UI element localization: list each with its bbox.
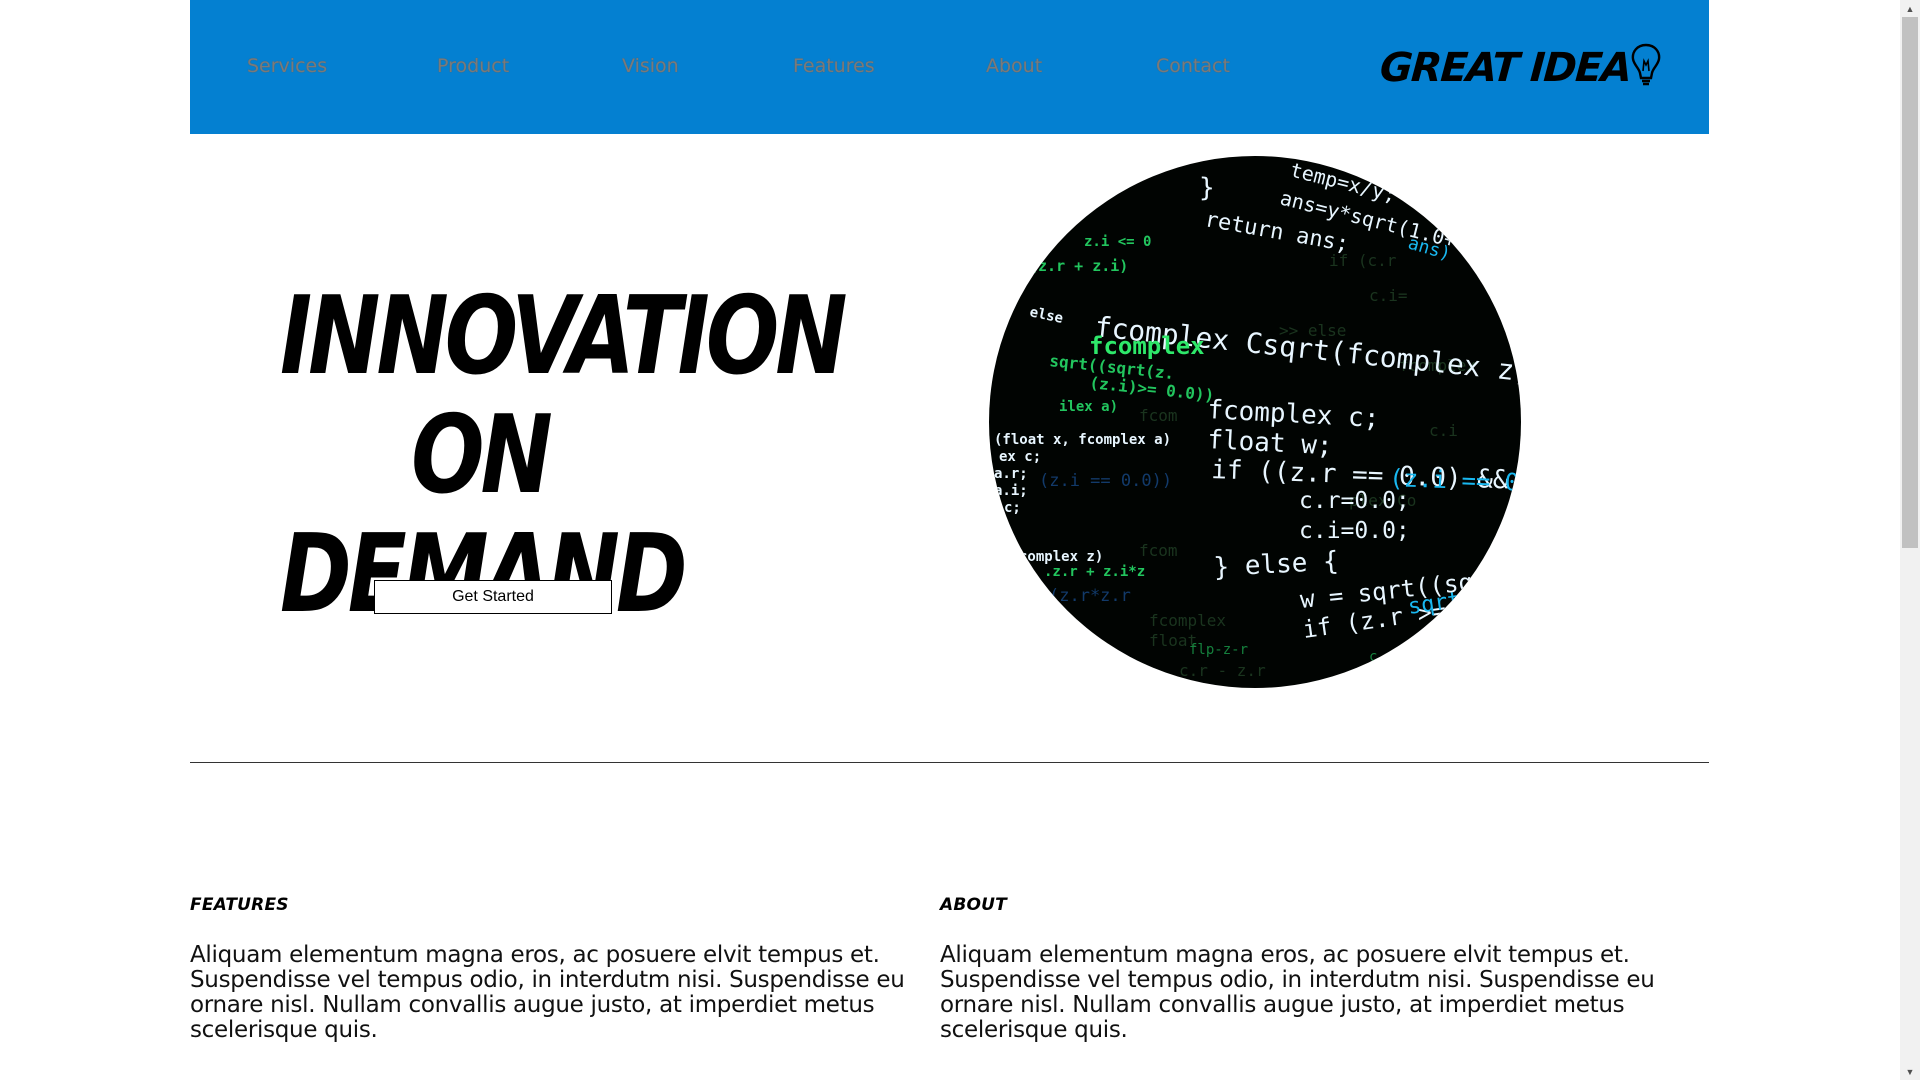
- page-scrollbar[interactable]: ▲ ▼: [1900, 0, 1920, 1080]
- logo[interactable]: GREAT IDEA: [1378, 40, 1663, 96]
- about-text: Aliquam elementum magna eros, ac posuere…: [940, 942, 1655, 1043]
- svg-text:fcom: fcom: [1139, 541, 1178, 560]
- svg-text:c.i: c.i: [1429, 421, 1458, 440]
- about-section: ABOUT Aliquam elementum magna eros, ac p…: [940, 895, 1670, 1043]
- svg-text:flp-z-r: flp-z-r: [1189, 642, 1248, 658]
- features-text: Aliquam elementum magna eros, ac posuere…: [190, 942, 905, 1043]
- main-nav: Services Product Vision Features About C…: [190, 0, 1290, 134]
- code-image: if (c.r c.i= >> else fcomplex fcom plex …: [989, 156, 1521, 688]
- get-started-button[interactable]: Get Started: [374, 580, 612, 614]
- features-section: FEATURES Aliquam elementum magna eros, a…: [190, 895, 920, 1043]
- svg-text:c.i=: c.i=: [1369, 286, 1408, 305]
- nav-link-vision[interactable]: Vision: [622, 55, 679, 77]
- svg-text:c.r - z.r: c.r - z.r: [1179, 661, 1266, 680]
- svg-text:ex c;: ex c;: [999, 449, 1041, 465]
- svg-text:fcomplex: fcomplex: [1089, 332, 1205, 360]
- nav-link-product[interactable]: Product: [437, 55, 509, 77]
- code-screen-image: if (c.r c.i= >> else fcomplex fcom plex …: [994, 158, 1521, 680]
- hero-title-line: ON: [411, 393, 553, 519]
- svg-text:a.r;: a.r;: [994, 466, 1028, 482]
- nav-link-features[interactable]: Features: [793, 55, 875, 77]
- scroll-down-arrow-icon[interactable]: ▼: [1900, 1063, 1920, 1080]
- svg-text:fcomplex: fcomplex: [1149, 611, 1226, 630]
- svg-text:z.i <= 0: z.i <= 0: [1084, 234, 1151, 250]
- features-title: FEATURES: [190, 895, 289, 915]
- svg-text:.z.r + z.i*z: .z.r + z.i*z: [1044, 564, 1145, 580]
- logo-text: GREAT IDEA: [1378, 45, 1633, 91]
- svg-text:a.i;: a.i;: [994, 483, 1028, 499]
- scroll-thumb[interactable]: [1902, 17, 1918, 548]
- site-header: Services Product Vision Features About C…: [190, 0, 1709, 134]
- nav-link-services[interactable]: Services: [247, 55, 327, 77]
- hero-title-line: INNOVATION: [280, 274, 848, 400]
- svg-text:(z.i == 0.0)): (z.i == 0.0)): [1039, 471, 1172, 491]
- code-line: c.i=0.0;: [1299, 518, 1410, 544]
- code-line: complex z): [1019, 549, 1103, 565]
- svg-text:c;: c;: [1004, 500, 1021, 516]
- svg-text:}: }: [1199, 173, 1215, 203]
- page: Services Product Vision Features About C…: [190, 0, 1709, 1043]
- svg-text:c.r >= 0.0: c.r >= 0.0: [1369, 649, 1453, 665]
- nav-link-about[interactable]: About: [986, 55, 1042, 77]
- code-line: } else {: [1213, 546, 1340, 583]
- hero-title-line: DEMAND: [280, 512, 688, 638]
- svg-text:fcom: fcom: [1139, 406, 1178, 425]
- svg-text:ilex a): ilex a): [1059, 399, 1118, 415]
- section-divider: [190, 762, 1709, 763]
- scroll-up-arrow-icon[interactable]: ▲: [1900, 0, 1920, 17]
- code-line: else: [1028, 304, 1064, 327]
- nav-link-contact[interactable]: Contact: [1156, 55, 1230, 77]
- svg-text:(z.r + z.i): (z.r + z.i): [1029, 257, 1128, 275]
- code-line: (float x, fcomplex a): [994, 432, 1171, 448]
- svg-text:(z.r*z.r: (z.r*z.r: [1049, 586, 1131, 606]
- lightbulb-icon: [1631, 43, 1661, 86]
- about-title: ABOUT: [940, 895, 1007, 915]
